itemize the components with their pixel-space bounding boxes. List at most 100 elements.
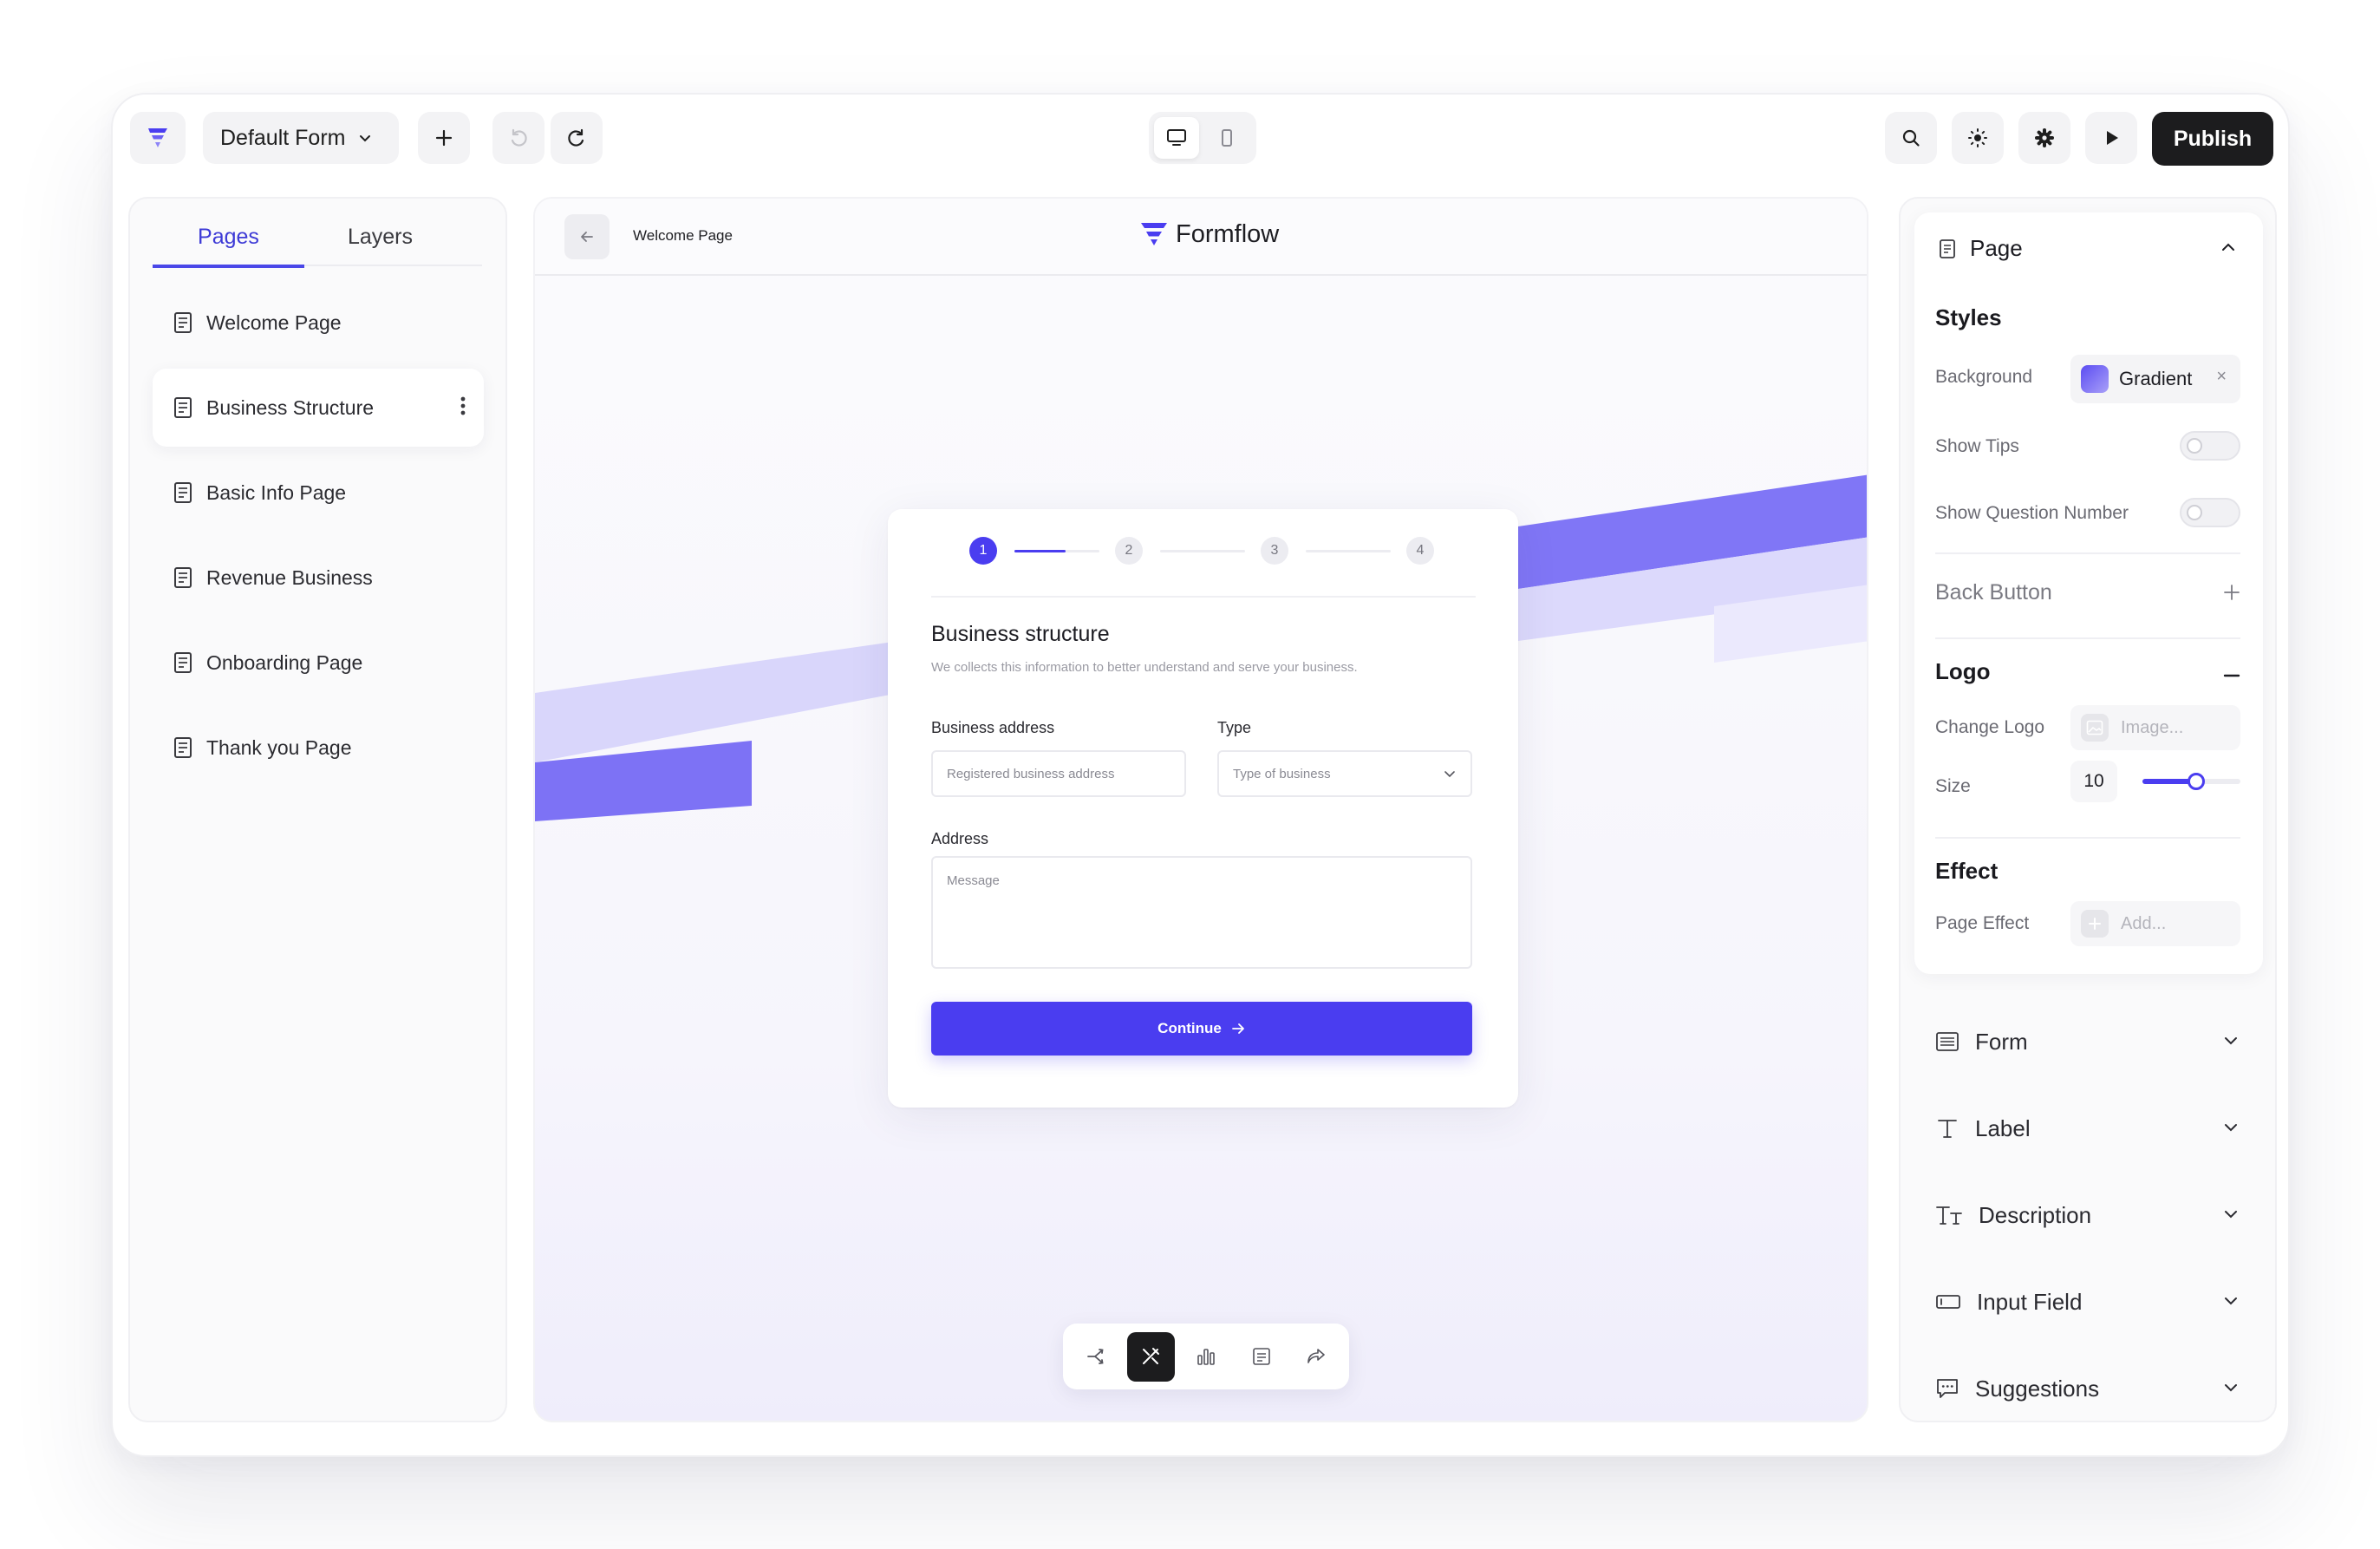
play-icon bbox=[2107, 131, 2118, 145]
publish-button[interactable]: Publish bbox=[2152, 112, 2273, 166]
properties-panel: Page Styles Background Gradient × Show T… bbox=[1899, 197, 2277, 1422]
section-description[interactable]: Description bbox=[1935, 1198, 2240, 1232]
continue-button[interactable]: Continue bbox=[931, 1002, 1472, 1056]
formflow-logo-icon bbox=[1141, 223, 1167, 245]
divider bbox=[1935, 637, 2240, 639]
brand-name: Formflow bbox=[1176, 219, 1280, 248]
gradient-swatch bbox=[2081, 365, 2109, 393]
canvas-page-title: Welcome Page bbox=[633, 227, 733, 244]
chevron-down-icon bbox=[2225, 1211, 2237, 1219]
page-effect-picker[interactable]: Add... bbox=[2070, 901, 2240, 946]
redo-button[interactable] bbox=[551, 112, 603, 164]
design-button[interactable] bbox=[1126, 1331, 1176, 1382]
section-form[interactable]: Form bbox=[1935, 1024, 2240, 1059]
section-label: Description bbox=[1979, 1201, 2092, 1228]
theme-toggle-button[interactable] bbox=[1952, 112, 2004, 164]
preview-button[interactable] bbox=[2085, 112, 2137, 164]
flow-icon bbox=[1086, 1349, 1104, 1364]
minus-icon[interactable] bbox=[2223, 667, 2240, 684]
logic-flow-button[interactable] bbox=[1072, 1332, 1120, 1382]
canvas-header: Welcome Page Formflow bbox=[535, 199, 1867, 276]
show-tips-toggle[interactable] bbox=[2180, 431, 2240, 461]
app-logo-button[interactable] bbox=[130, 112, 186, 164]
text-icon bbox=[1938, 1120, 1957, 1138]
page-effect-label: Page Effect bbox=[1935, 913, 2030, 933]
device-toggle bbox=[1149, 112, 1256, 164]
page-item-revenue-business[interactable]: Revenue Business bbox=[153, 539, 484, 617]
responses-button[interactable] bbox=[1237, 1332, 1286, 1382]
page-effect-placeholder: Add... bbox=[2121, 913, 2167, 933]
section-input-field[interactable]: Input Field bbox=[1935, 1284, 2240, 1319]
search-icon bbox=[1902, 129, 1920, 147]
input-field-icon bbox=[1936, 1295, 1960, 1309]
section-label[interactable]: Label bbox=[1935, 1111, 2240, 1146]
divider bbox=[931, 596, 1476, 598]
form-selector[interactable]: Default Form bbox=[203, 112, 399, 164]
step-connector bbox=[1306, 550, 1391, 552]
plus-icon bbox=[435, 129, 453, 147]
divider bbox=[1935, 552, 2240, 554]
size-slider-thumb[interactable] bbox=[2188, 773, 2206, 790]
form-canvas: Welcome Page Formflow 1 2 3 4 Business s… bbox=[533, 197, 1868, 1422]
page-item-label: Basic Info Page bbox=[206, 480, 347, 504]
page-section-header[interactable]: Page bbox=[1939, 235, 2023, 262]
background-value: Gradient bbox=[2119, 368, 2193, 389]
settings-button[interactable] bbox=[2018, 112, 2070, 164]
page-item-welcome[interactable]: Welcome Page bbox=[153, 284, 484, 362]
text-size-icon bbox=[1936, 1206, 1962, 1225]
step-connector bbox=[1160, 550, 1245, 552]
tab-layers[interactable]: Layers bbox=[304, 223, 456, 265]
desktop-view-button[interactable] bbox=[1154, 117, 1199, 159]
analytics-icon bbox=[1197, 1349, 1215, 1365]
section-label: Input Field bbox=[1977, 1288, 2083, 1315]
step-1[interactable]: 1 bbox=[969, 537, 997, 565]
chevron-up-icon[interactable] bbox=[2220, 239, 2237, 256]
search-button[interactable] bbox=[1885, 112, 1937, 164]
page-item-label: Welcome Page bbox=[206, 310, 342, 334]
background-picker[interactable]: Gradient × bbox=[2070, 355, 2240, 403]
tab-pages[interactable]: Pages bbox=[153, 223, 304, 268]
form-name: Default Form bbox=[220, 125, 346, 150]
back-button-label: Back Button bbox=[1935, 580, 2052, 605]
arrow-left-icon bbox=[581, 232, 593, 242]
step-3[interactable]: 3 bbox=[1261, 537, 1288, 565]
page-item-label: Revenue Business bbox=[206, 565, 373, 589]
clear-background-icon[interactable]: × bbox=[2216, 367, 2227, 387]
business-address-input[interactable]: Registered business address bbox=[931, 750, 1186, 797]
show-question-number-label: Show Question Number bbox=[1935, 503, 2129, 523]
analytics-button[interactable] bbox=[1182, 1332, 1230, 1382]
type-select[interactable]: Type of business bbox=[1217, 750, 1472, 797]
chevron-down-icon bbox=[2225, 1297, 2237, 1305]
canvas-back-button[interactable] bbox=[564, 214, 610, 259]
effect-title: Effect bbox=[1935, 858, 1999, 884]
document-icon bbox=[1252, 1348, 1270, 1365]
section-suggestions[interactable]: Suggestions bbox=[1935, 1371, 2240, 1406]
size-slider[interactable] bbox=[2142, 773, 2240, 790]
step-4[interactable]: 4 bbox=[1406, 537, 1434, 565]
page-item-onboarding[interactable]: Onboarding Page bbox=[153, 624, 484, 702]
form-icon bbox=[1936, 1032, 1959, 1051]
size-value[interactable]: 10 bbox=[2070, 761, 2117, 802]
chat-icon bbox=[1937, 1379, 1958, 1398]
type-label: Type bbox=[1217, 719, 1252, 736]
toggle-knob bbox=[2187, 505, 2202, 520]
step-2[interactable]: 2 bbox=[1115, 537, 1143, 565]
gear-icon bbox=[2035, 128, 2054, 147]
desktop-icon bbox=[1167, 129, 1186, 146]
continue-label: Continue bbox=[1157, 1020, 1222, 1036]
share-button[interactable] bbox=[1292, 1332, 1340, 1382]
page-item-business-structure[interactable]: Business Structure bbox=[153, 369, 484, 447]
plus-icon[interactable] bbox=[2223, 584, 2240, 601]
mobile-view-button[interactable] bbox=[1204, 117, 1249, 159]
page-item-basic-info[interactable]: Basic Info Page bbox=[153, 454, 484, 532]
page-item-thank-you[interactable]: Thank you Page bbox=[153, 709, 484, 787]
address-textarea[interactable]: Message bbox=[931, 856, 1472, 969]
design-icon bbox=[1143, 1348, 1160, 1364]
more-options-icon[interactable] bbox=[460, 395, 466, 417]
add-button[interactable] bbox=[418, 112, 470, 164]
chevron-down-icon bbox=[360, 135, 371, 142]
show-question-number-toggle[interactable] bbox=[2180, 498, 2240, 527]
undo-button[interactable] bbox=[492, 112, 544, 164]
change-logo-picker[interactable]: Image... bbox=[2070, 705, 2240, 750]
background-label: Background bbox=[1935, 367, 2033, 387]
